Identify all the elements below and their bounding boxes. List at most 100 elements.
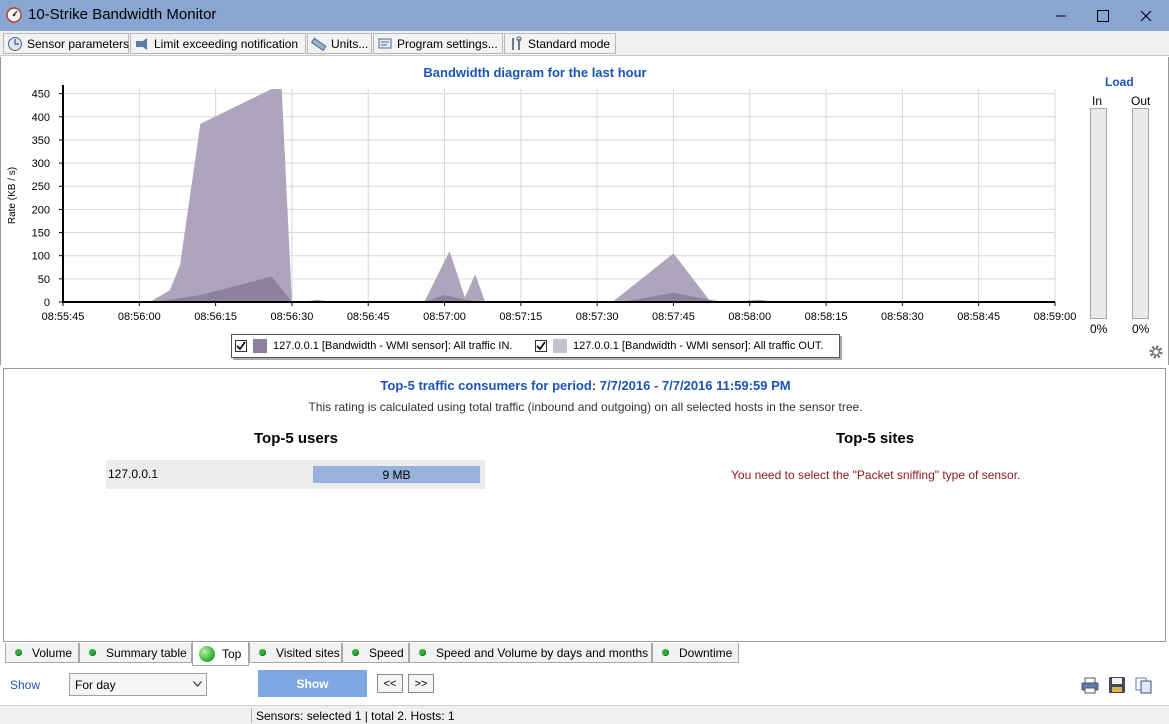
settings-icon [378,38,392,48]
tab-summary-table[interactable]: Summary table [79,643,192,663]
chevron-down-icon [193,681,202,687]
status-dot-icon [89,649,96,656]
minimize-icon [1056,15,1066,16]
y-axis-label: Rate (KB / s) [7,167,18,224]
previous-period-button[interactable]: << [377,674,403,693]
standard-mode-button[interactable]: Standard mode [504,33,616,54]
y-tick-label: 250 [32,181,50,193]
close-icon [1140,10,1152,21]
maximize-button[interactable] [1080,0,1126,31]
close-button[interactable] [1123,0,1169,31]
legend-swatch-out [553,339,567,353]
x-tick-label: 08:58:15 [805,311,848,323]
minimize-button[interactable] [1038,0,1084,31]
legend-label-in: 127.0.0.1 [Bandwidth - WMI sensor]: All … [273,340,513,352]
chart-pane: 0 50 100 150 200 250 300 350 400 450 08:55:45 08:56… [0,57,1169,365]
maximize-icon [1097,9,1109,22]
top5-sites-heading: Top-5 sites [836,430,915,447]
y-tick-label: 400 [32,112,50,124]
status-text: Sensors: selected 1 | total 2. Hosts: 1 [256,709,455,723]
chart-title: Bandwidth diagram for the last hour [423,65,647,80]
x-tick-label: 08:57:30 [576,311,619,323]
load-out-bar [1132,108,1149,319]
show-label: Show [10,678,41,692]
x-tick-label: 08:56:00 [118,311,161,323]
tab-speed-volume-days-months[interactable]: Speed and Volume by days and months [409,643,652,663]
period-select[interactable]: For day [69,673,207,696]
legend-checkbox-in[interactable] [235,340,247,352]
x-tick-label: 08:57:45 [652,311,695,323]
app-window: 10-Strike Bandwidth Monitor Sensor param… [0,0,1169,724]
tab-label: Downtime [679,645,733,660]
load-out-label: Out [1131,94,1151,108]
bandwidth-chart: 0 50 100 150 200 250 300 350 400 450 08:55:45 08:56… [7,85,1077,323]
x-tick-label: 08:57:00 [423,311,466,323]
tab-label: Visited sites [276,645,340,660]
notification-icon [136,37,147,50]
status-dot-icon [15,649,22,656]
x-tick-label: 08:55:45 [42,311,85,323]
tab-top[interactable]: Top [192,642,249,666]
show-button[interactable]: Show [258,670,367,697]
x-tick-label: 08:58:45 [957,311,1000,323]
top5-pane: Top-5 traffic consumers for period: 7/7/… [3,368,1166,642]
print-icon[interactable] [1081,676,1099,694]
load-in-label: In [1092,94,1103,108]
tools-icon [512,35,522,50]
y-tick-label: 150 [32,228,50,240]
tab-label: Summary table [106,645,187,660]
program-settings-label: Program settings... [397,36,498,51]
check-icon [536,341,546,351]
load-out-value: 0% [1132,322,1150,336]
series-area-0 [63,89,1055,302]
top5-users-heading: Top-5 users [254,430,338,447]
sensor-icon [8,36,22,51]
copy-icon[interactable] [1135,676,1153,694]
gear-icon[interactable] [1148,344,1164,360]
legend-item-out[interactable]: 127.0.0.1 [Bandwidth - WMI sensor]: All … [535,338,823,354]
x-tick-label: 08:56:15 [194,311,237,323]
sensor-parameters-button[interactable]: Sensor parameters [3,33,129,54]
legend-label-out: 127.0.0.1 [Bandwidth - WMI sensor]: All … [573,340,824,352]
tab-label: Speed [369,645,404,660]
tab-label: Top [222,646,242,661]
status-dot-icon [419,649,426,656]
user-host: 127.0.0.1 [108,467,159,481]
ruler-icon [311,37,327,51]
user-usage-value: 9 MB [382,468,411,482]
legend-swatch-in [253,339,267,353]
period-select-value: For day [75,678,116,692]
units-button[interactable]: Units... [307,33,372,54]
load-title: Load [1105,75,1134,89]
view-tabs: Volume Summary table Top Visited sites S… [0,642,1169,666]
standard-mode-label: Standard mode [528,36,611,51]
tab-volume[interactable]: Volume [5,643,79,663]
status-separator [251,708,252,723]
sites-message: You need to select the "Packet sniffing"… [731,468,1021,482]
y-tick-label: 100 [32,251,50,263]
x-tick-label: 08:58:30 [881,311,924,323]
check-icon [236,341,246,351]
x-tick-label: 08:58:00 [728,311,771,323]
limit-notification-button[interactable]: Limit exceeding notification [130,33,306,54]
tab-downtime[interactable]: Downtime [652,643,739,663]
program-settings-button[interactable]: Program settings... [373,33,503,54]
legend-checkbox-out[interactable] [535,340,547,352]
status-bar: Sensors: selected 1 | total 2. Hosts: 1 [0,705,1169,724]
y-tick-label: 350 [32,135,50,147]
tab-visited-sites[interactable]: Visited sites [249,643,342,663]
sensor-parameters-label: Sensor parameters [27,36,130,51]
y-tick-label: 50 [38,274,50,286]
load-in-value: 0% [1090,322,1108,336]
x-tick-label: 08:59:00 [1034,311,1077,323]
x-tick-label: 08:56:45 [347,311,390,323]
top5-title: Top-5 traffic consumers for period: 7/7/… [380,378,791,393]
status-dot-icon [352,649,359,656]
status-dot-icon [259,649,266,656]
tab-speed[interactable]: Speed [342,643,409,663]
x-tick-label: 08:56:30 [271,311,314,323]
save-icon[interactable] [1108,676,1126,694]
legend-item-in[interactable]: 127.0.0.1 [Bandwidth - WMI sensor]: All … [235,338,512,354]
next-period-button[interactable]: >> [408,674,434,693]
y-tick-label: 0 [44,297,50,309]
